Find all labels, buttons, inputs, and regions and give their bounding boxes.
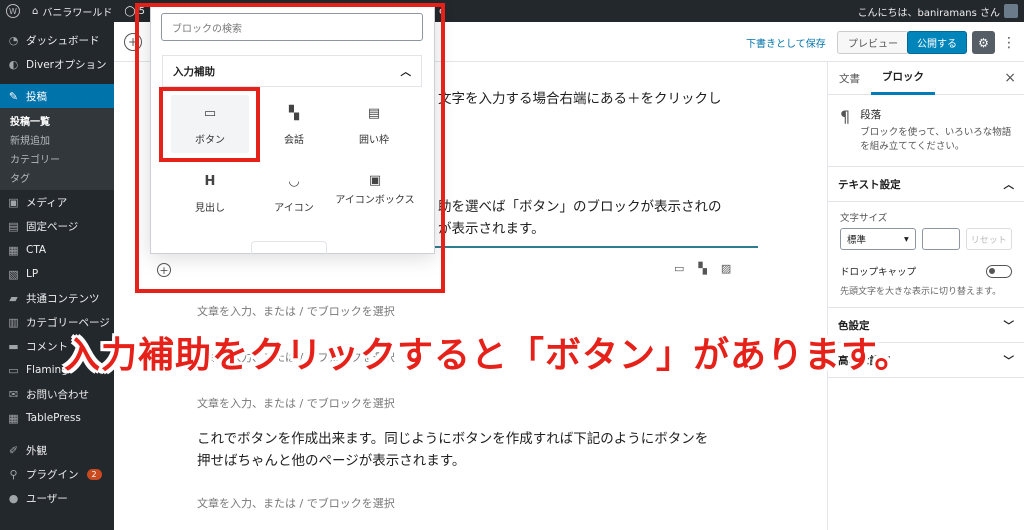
user-icon: ● (8, 491, 19, 505)
dashboard-icon: ◔ (8, 33, 19, 47)
block-card: ¶ 段落 ブロックを使って、いろいろな物語を組み立ててください。 (828, 95, 1024, 167)
empty-block-placeholder-3[interactable]: 文章を入力、または / でブロックを選択 (197, 395, 395, 411)
caret-down-icon: ▾ (904, 233, 909, 245)
sidebar-item-dashboard[interactable]: ◔ ダッシュボード (0, 28, 114, 52)
close-icon[interactable]: × (1004, 70, 1016, 86)
settings-tabs: 文書 ブロック × (828, 62, 1024, 95)
preview-button[interactable]: プレビュー (837, 31, 909, 54)
text-settings-panel[interactable]: テキスト設定 ︿ (828, 167, 1024, 202)
comment-bubble-icon: ◯ (124, 5, 136, 17)
sidebar-item-plugins[interactable]: ⚲ プラグイン 2 (0, 462, 114, 486)
paragraph-block-1[interactable]: 文字を入力する場合右端にある＋をクリックし (438, 88, 722, 110)
submenu-tags[interactable]: タグ (0, 168, 114, 187)
media-icon: ▣ (8, 195, 19, 209)
admin-sidebar: ◔ ダッシュボード ◐ Diverオプション ✎ 投稿 投稿一覧 新規追加 カテゴリー… (0, 22, 114, 530)
sidebar-item-pages[interactable]: ▤ 固定ページ (0, 214, 114, 238)
folder-icon: ▰ (9, 291, 18, 305)
wordpress-logo-icon[interactable]: W (0, 0, 26, 22)
lp-icon: ▧ (8, 267, 19, 281)
chevron-down-icon: ﹀ (1003, 354, 1015, 367)
empty-block-placeholder-1[interactable]: 文章を入力、または / でブロックを選択 (197, 303, 395, 319)
sidebar-item-lp[interactable]: ▧ LP (0, 262, 114, 286)
sidebar-item-common-content[interactable]: ▰ 共通コンテンツ (0, 286, 114, 310)
paragraph-block-2-line-2[interactable]: が表示されます。 (438, 218, 545, 240)
cta-icon: ▦ (8, 243, 19, 257)
mail-icon: ✉ (8, 387, 19, 401)
home-icon: ⌂ (32, 5, 39, 17)
submenu-categories[interactable]: カテゴリー (0, 149, 114, 168)
empty-block-placeholder-4[interactable]: 文章を入力、または / でブロックを選択 (197, 495, 395, 511)
paragraph-block-3-line-2[interactable]: 押せばちゃんと他のページが表示されます。 (197, 450, 465, 472)
pin-icon: ✎ (8, 89, 19, 103)
plugin-icon: ⚲ (9, 467, 18, 481)
annotation-caption: 入力補助をクリックすると「ボタン」があります。 (64, 335, 912, 376)
comment-icon: ▬ (8, 339, 19, 353)
sidebar-item-posts[interactable]: ✎ 投稿 (0, 84, 114, 108)
annotation-button-frame (159, 87, 260, 162)
paragraph-icon: ¶ (840, 107, 851, 126)
tab-document[interactable]: 文書 (828, 62, 871, 95)
quick-insert-icons: ▭ ▚ ▨ (674, 262, 731, 275)
flamingo-icon: ▭ (8, 363, 19, 377)
chevron-up-icon: ︿ (1003, 178, 1015, 191)
plugin-update-badge: 2 (86, 468, 102, 480)
submenu-add-new[interactable]: 新規追加 (0, 130, 114, 149)
sidebar-item-appearance[interactable]: ✐ 外観 (0, 438, 114, 462)
brush-icon: ✐ (8, 443, 19, 457)
sidebar-item-media[interactable]: ▣ メディア (0, 190, 114, 214)
chevron-down-icon: ﹀ (1003, 319, 1015, 332)
table-icon: ▦ (8, 411, 19, 425)
paragraph-block-3-line-1[interactable]: これでボタンを作成出来ます。同じようにボタンを作成すれば下記のようにボタンを (197, 428, 708, 450)
category-page-icon: ▥ (8, 315, 19, 329)
sidebar-item-tablepress[interactable]: ▦ TablePress (0, 406, 114, 430)
custom-font-size-input[interactable] (921, 228, 960, 250)
sidebar-item-cta[interactable]: ▦ CTA (0, 238, 114, 262)
drop-cap-toggle[interactable] (986, 264, 1012, 278)
settings-sidebar: 文書 ブロック × ¶ 段落 ブロックを使って、いろいろな物語を組み立ててくださ… (827, 62, 1024, 530)
save-draft-button[interactable]: 下書きとして保存 (746, 35, 826, 50)
tab-block[interactable]: ブロック (871, 62, 935, 95)
page-icon: ▤ (8, 219, 19, 233)
site-name-link[interactable]: ⌂ バニラワールド (26, 0, 118, 22)
diver-icon: ◐ (8, 57, 19, 71)
sidebar-item-contact[interactable]: ✉ お問い合わせ (0, 382, 114, 406)
paragraph-block-2-line-1[interactable]: 助を選べば「ボタン」のブロックが表示されの (438, 196, 722, 218)
button-block-icon[interactable]: ▭ (674, 262, 684, 275)
avatar (1004, 4, 1018, 18)
publish-button[interactable]: 公開する (907, 31, 967, 54)
settings-gear-icon[interactable]: ⚙ (972, 31, 995, 54)
submenu-all-posts[interactable]: 投稿一覧 (0, 111, 114, 130)
image-block-icon[interactable]: ▨ (721, 262, 731, 275)
sidebar-item-diver[interactable]: ◐ Diverオプション (0, 52, 114, 76)
reset-button[interactable]: リセット (965, 228, 1012, 250)
font-size-select[interactable]: 標準 ▾ (840, 228, 916, 250)
posts-submenu: 投稿一覧 新規追加 カテゴリー タグ (0, 108, 114, 190)
chat-block-icon[interactable]: ▚ (698, 262, 706, 275)
sidebar-item-users[interactable]: ● ユーザー (0, 486, 114, 510)
more-options-icon[interactable]: ⋮ (1002, 31, 1016, 54)
user-greeting[interactable]: こんにちは、baniramans さん (858, 0, 1018, 22)
